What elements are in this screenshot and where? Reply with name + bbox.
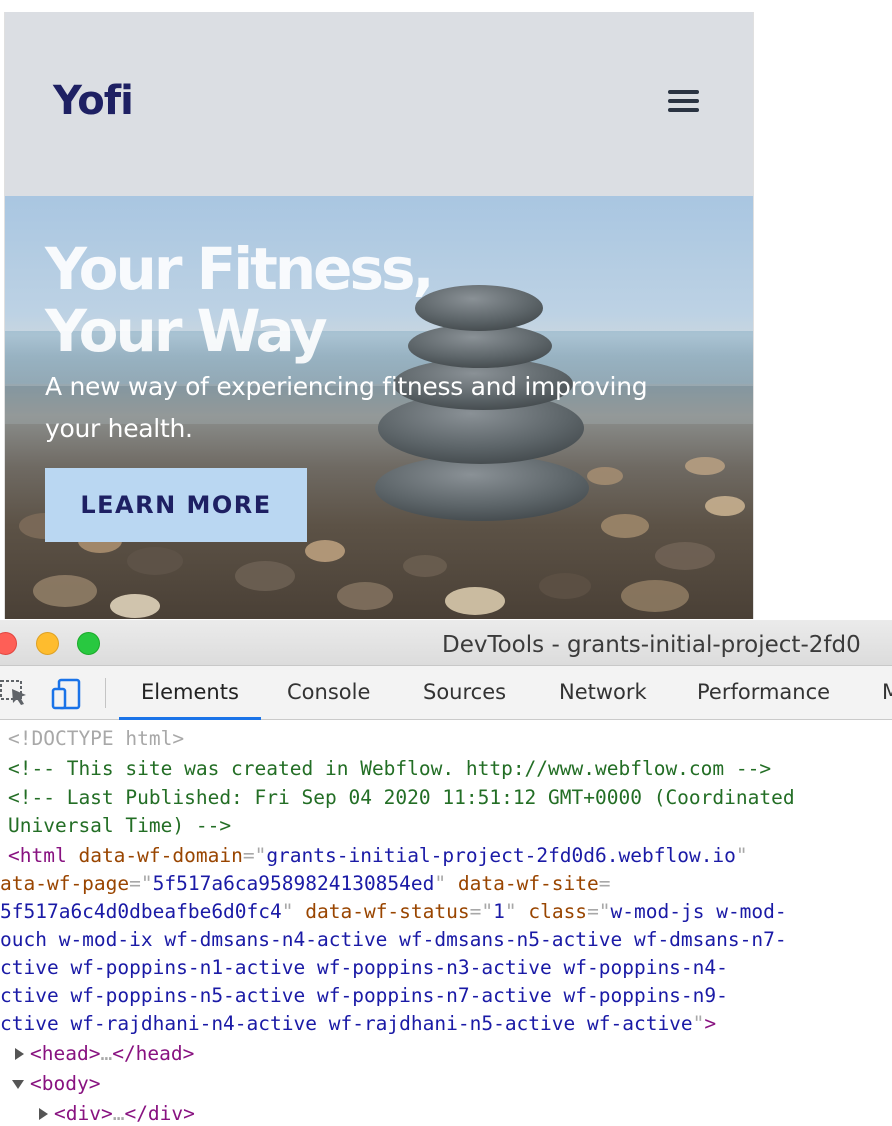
device-toolbar-icon[interactable]: [50, 678, 84, 710]
learn-more-button[interactable]: LEARN MORE: [45, 468, 307, 542]
hero-subtitle: A new way of experiencing fitness and im…: [45, 366, 745, 450]
toolbar-separator: [105, 678, 106, 708]
comment-line[interactable]: Universal Time) -->: [8, 812, 231, 841]
body-element-line[interactable]: <body>: [30, 1070, 100, 1099]
hero-section: Your Fitness, Your Way A new way of expe…: [5, 196, 753, 619]
tab-performance[interactable]: Performance: [697, 666, 830, 719]
brand-logo[interactable]: Yofi: [53, 78, 134, 124]
expand-head-icon[interactable]: [15, 1048, 24, 1060]
zoom-window-button[interactable]: [77, 632, 100, 655]
html-attr-line: ouch w-mod-ix wf-dmsans-n4-active wf-dms…: [0, 928, 787, 951]
doctype-line[interactable]: <!DOCTYPE html>: [8, 725, 184, 754]
hero-title-line-2: Your Way: [45, 297, 328, 365]
html-attr-line: ctive wf-poppins-n5-active wf-poppins-n7…: [0, 984, 728, 1007]
tab-elements[interactable]: Elements: [119, 666, 261, 720]
hero-title: Your Fitness, Your Way: [45, 238, 545, 362]
hero-subtitle-line-1: A new way of experiencing fitness and im…: [45, 372, 648, 401]
html-attr-line: ata-wf-page="5f517a6ca9589824130854ed" d…: [0, 872, 611, 895]
comment-line[interactable]: <!-- Last Published: Fri Sep 04 2020 11:…: [8, 784, 795, 813]
close-window-button[interactable]: [0, 632, 17, 655]
hero-subtitle-line-2: your health.: [45, 414, 193, 443]
devtools-titlebar: DevTools - grants-initial-project-2fd0: [0, 620, 892, 666]
hamburger-menu-icon[interactable]: [668, 89, 699, 114]
html-attr-line: ctive wf-poppins-n1-active wf-poppins-n3…: [0, 956, 728, 979]
elements-panel: <!DOCTYPE html> <!-- This site was creat…: [0, 721, 892, 1126]
expand-div-icon[interactable]: [39, 1108, 48, 1120]
comment-line[interactable]: <!-- This site was created in Webflow. h…: [8, 755, 771, 784]
tab-more[interactable]: M: [882, 666, 892, 719]
site-navbar: Yofi: [5, 12, 753, 196]
collapse-body-icon[interactable]: [12, 1080, 24, 1089]
hero-title-line-1: Your Fitness,: [45, 235, 435, 303]
tab-sources[interactable]: Sources: [423, 666, 506, 719]
website-preview: Yofi Your Fitness, Your Way A new way of…: [4, 12, 754, 619]
tab-network[interactable]: Network: [559, 666, 647, 719]
tab-console[interactable]: Console: [287, 666, 370, 719]
devtools-window: DevTools - grants-initial-project-2fd0 E…: [0, 620, 892, 1126]
devtools-toolbar: Elements Console Sources Network Perform…: [0, 666, 892, 720]
devtools-window-title: DevTools - grants-initial-project-2fd0: [442, 632, 861, 658]
head-element-line[interactable]: <head>…</head>: [30, 1040, 194, 1069]
minimize-window-button[interactable]: [36, 632, 59, 655]
html-attr-line: 5f517a6c4d0dbeafbe6d0fc4" data-wf-status…: [0, 900, 787, 923]
html-attr-line: ctive wf-rajdhani-n4-active wf-rajdhani-…: [0, 1012, 717, 1035]
inspect-element-icon[interactable]: [0, 678, 30, 708]
html-element-line[interactable]: <html data-wf-domain="grants-initial-pro…: [8, 842, 748, 871]
div-element-line[interactable]: <div>…</div>: [54, 1100, 195, 1126]
